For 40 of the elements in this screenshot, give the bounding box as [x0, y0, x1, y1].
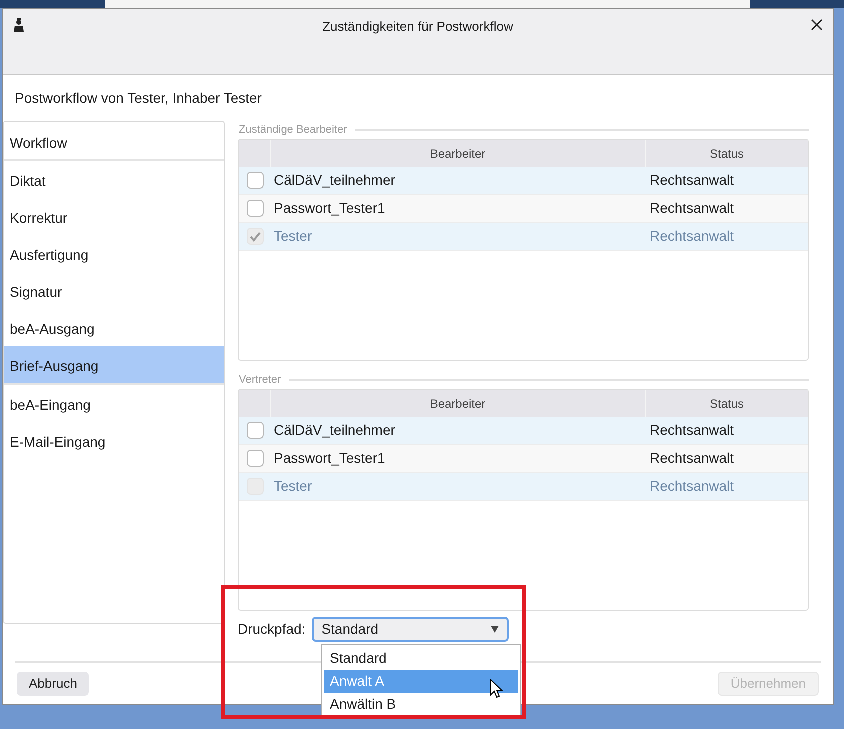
- table-cell-text: Rechtsanwalt: [649, 477, 736, 496]
- sidebar-item[interactable]: Diktat: [4, 161, 224, 198]
- field-label: Druckpfad:: [238, 620, 307, 639]
- checkmark-icon: [250, 232, 260, 242]
- checkbox[interactable]: [246, 200, 264, 217]
- sidebar-item[interactable]: beA-Eingang: [4, 385, 224, 422]
- sidebar-item[interactable]: Korrektur: [4, 198, 224, 235]
- table-cell-text: Rechtsanwalt: [649, 227, 736, 246]
- table-cell-text: CälDäV_teilnehmer: [273, 421, 396, 440]
- pointer-cursor-icon: [490, 679, 503, 699]
- checkbox[interactable]: [246, 450, 264, 467]
- table-cell-text: Tester: [273, 227, 314, 246]
- table-cell-text: Passwort_Tester1: [273, 449, 386, 468]
- checkbox[interactable]: [246, 422, 264, 439]
- table-cell-text: Rechtsanwalt: [649, 199, 736, 218]
- dropdown-option[interactable]: Standard: [324, 647, 518, 670]
- group-legend: Vertreter: [238, 372, 290, 388]
- cancel-button[interactable]: Abbruch: [17, 672, 90, 696]
- sidebar-item[interactable]: beA-Ausgang: [4, 309, 224, 346]
- table-cell-text: Passwort_Tester1: [273, 199, 386, 218]
- column-header[interactable]: Status: [646, 140, 808, 167]
- table-cell-text: CälDäV_teilnehmer: [273, 171, 396, 190]
- sidebar-item[interactable]: E-Mail-Eingang: [4, 422, 224, 459]
- table-cell-text: Tester: [273, 477, 314, 496]
- sidebar-item[interactable]: Ausfertigung: [4, 235, 224, 272]
- dropdown-field[interactable]: Standard: [312, 617, 509, 642]
- close-icon[interactable]: [811, 19, 823, 31]
- table-cell-text: Rechtsanwalt: [649, 449, 736, 468]
- group-legend: Zuständige Bearbeiter: [238, 122, 356, 138]
- sidebar-item[interactable]: Signatur: [4, 272, 224, 309]
- sidebar-item[interactable]: Workflow: [4, 122, 224, 159]
- heading-text: Postworkflow von Tester, Inhaber Tester: [15, 90, 262, 106]
- column-header[interactable]: Status: [646, 390, 808, 417]
- lawyer-icon: [13, 18, 25, 32]
- table-cell-text: Rechtsanwalt: [649, 421, 736, 440]
- window-title: Zuständigkeiten für Postworkflow: [322, 18, 514, 36]
- table-cell-text: Rechtsanwalt: [649, 171, 736, 190]
- sidebar-item[interactable]: Brief-Ausgang: [4, 346, 224, 383]
- caret-icon: [490, 626, 499, 633]
- checkbox[interactable]: [246, 172, 264, 189]
